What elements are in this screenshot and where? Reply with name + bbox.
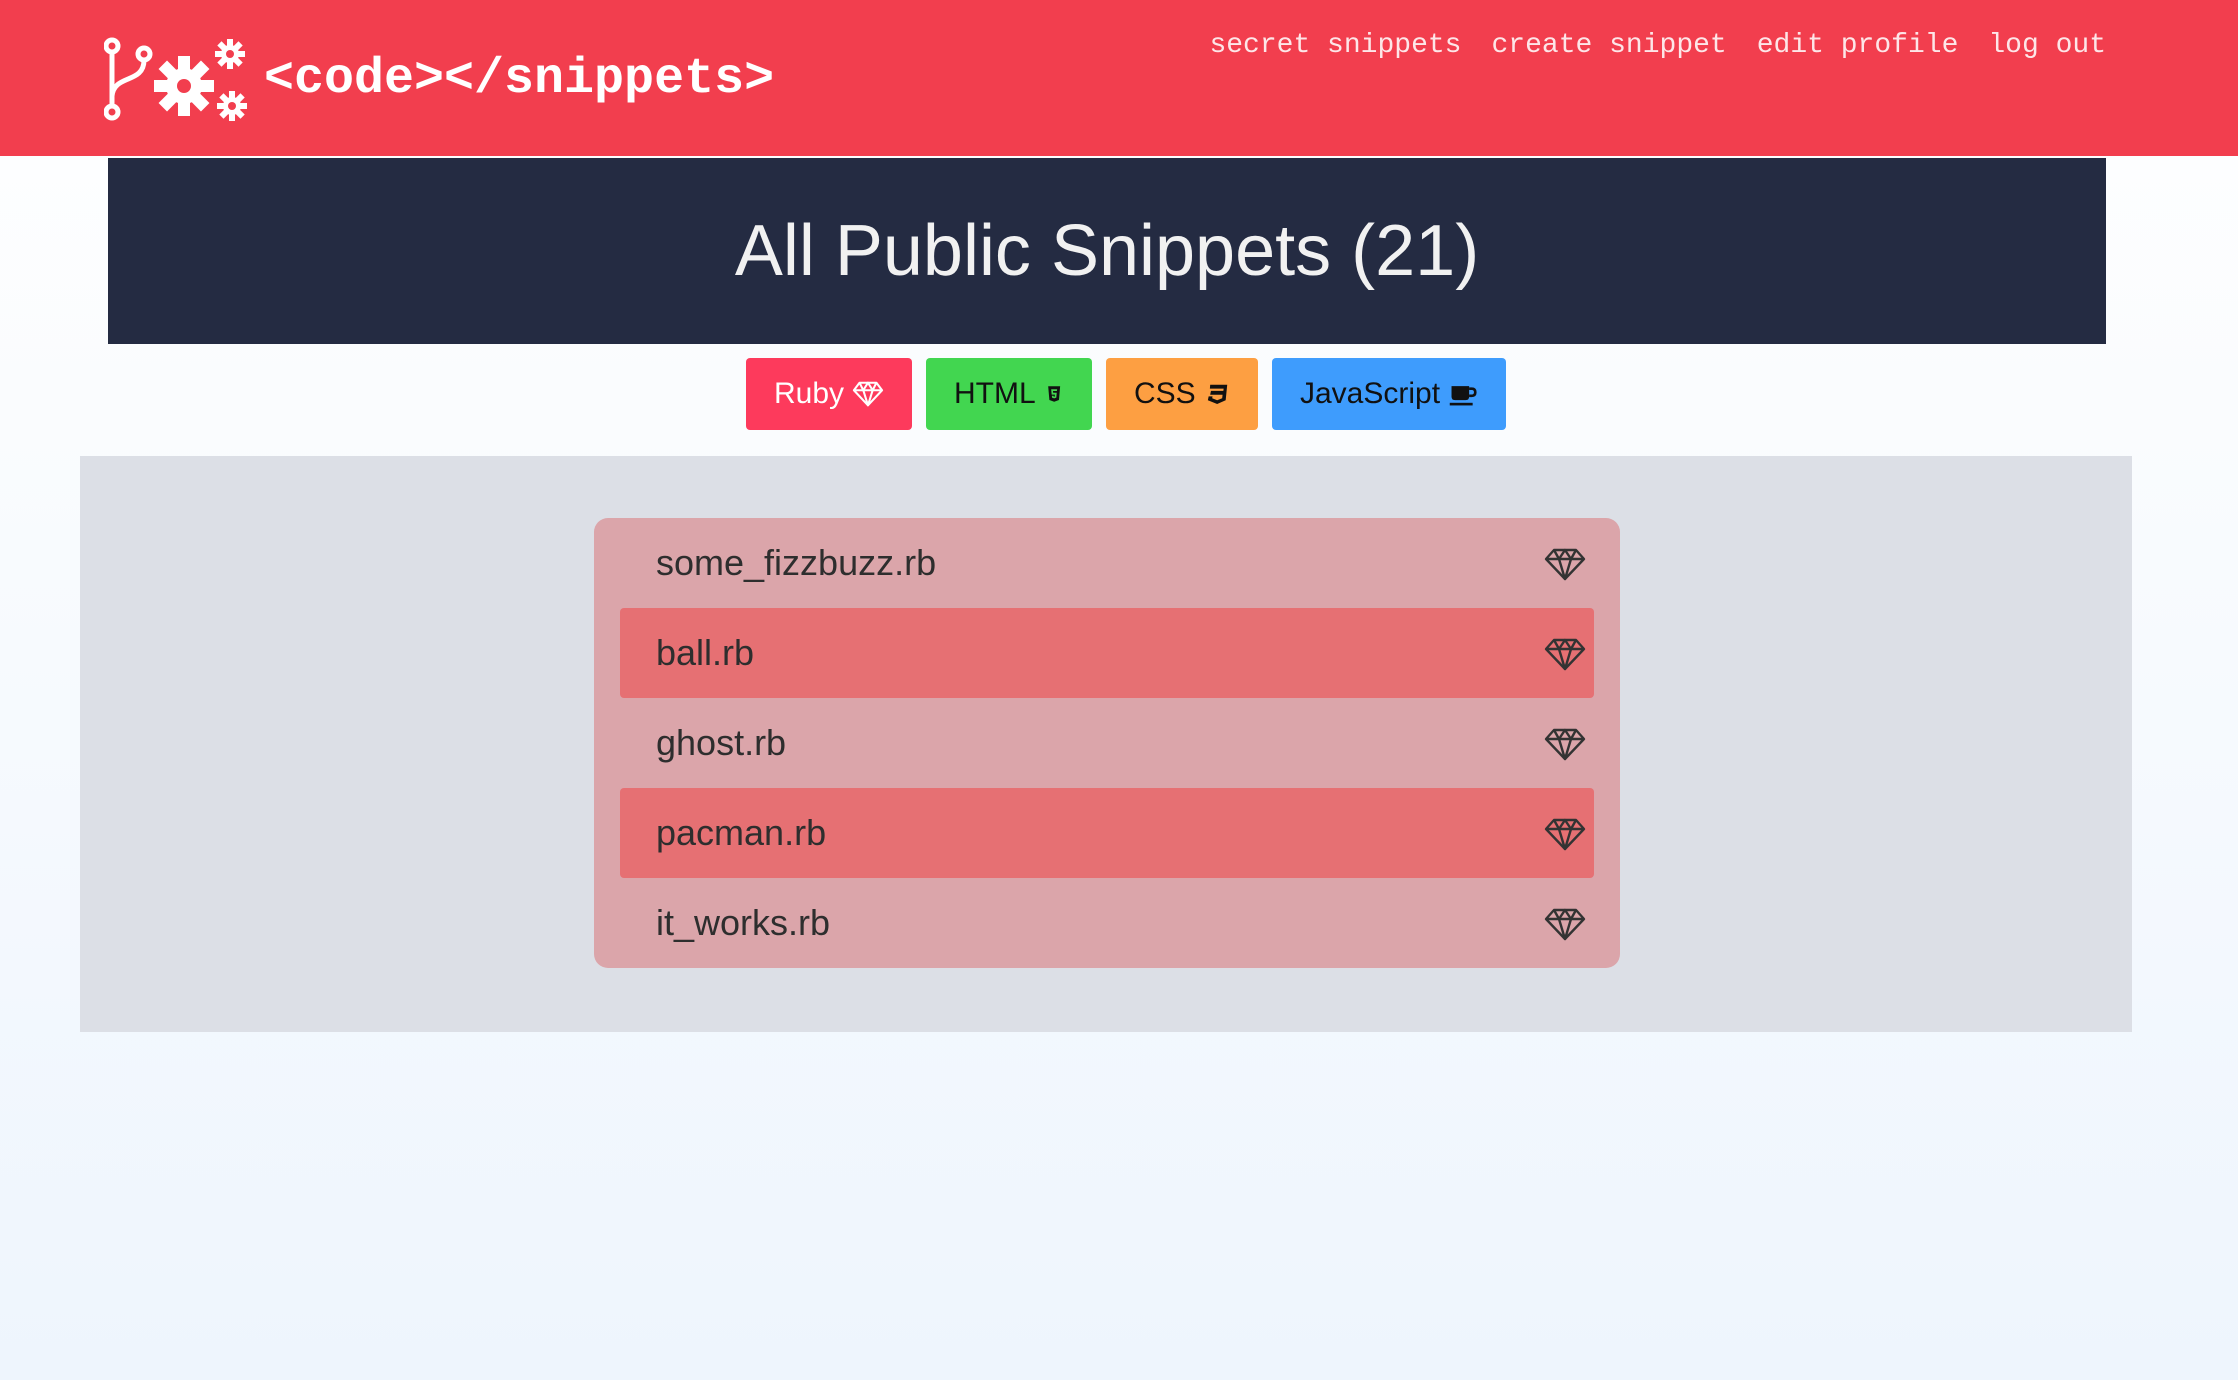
filter-ruby-label: Ruby — [774, 377, 845, 410]
gem-icon — [1544, 638, 1586, 671]
filter-javascript-button[interactable]: JavaScript — [1272, 358, 1506, 430]
top-nav: secret snippets create snippet edit prof… — [1209, 30, 2106, 61]
gem-icon — [1544, 908, 1586, 941]
top-header: <code></snippets> secret snippets create… — [0, 0, 2238, 156]
snippet-name[interactable]: it_works.rb — [656, 902, 830, 944]
snippet-name[interactable]: ball.rb — [656, 632, 754, 674]
filter-ruby-button[interactable]: Ruby — [746, 358, 912, 430]
snippet-row[interactable]: ghost.rb — [620, 698, 1594, 788]
snippet-row[interactable]: ball.rb — [620, 608, 1594, 698]
nav-log-out[interactable]: log out — [1988, 30, 2106, 61]
html5-icon — [1047, 386, 1060, 402]
snippet-list: some_fizzbuzz.rb ball.rb ghost.rb pacman… — [594, 518, 1620, 968]
gem-icon — [1544, 548, 1586, 581]
nav-secret-snippets[interactable]: secret snippets — [1209, 30, 1461, 61]
git-gears-logo-icon — [104, 37, 247, 121]
filter-javascript-label: JavaScript — [1300, 377, 1441, 410]
snippet-name[interactable]: ghost.rb — [656, 722, 786, 764]
filter-css-button[interactable]: CSS — [1106, 358, 1258, 430]
snippet-name[interactable]: pacman.rb — [656, 812, 826, 854]
page-title: All Public Snippets (21) — [734, 211, 1480, 291]
page-hero: All Public Snippets (21) — [108, 158, 2106, 344]
css3-icon — [1207, 384, 1227, 405]
coffee-icon — [1449, 386, 1477, 406]
nav-create-snippet[interactable]: create snippet — [1491, 30, 1726, 61]
snippet-name[interactable]: some_fizzbuzz.rb — [656, 542, 936, 584]
gem-icon — [1544, 818, 1586, 851]
filter-html-label: HTML — [954, 377, 1036, 410]
snippet-row[interactable]: some_fizzbuzz.rb — [620, 518, 1594, 608]
snippet-row[interactable]: it_works.rb — [620, 878, 1594, 968]
snippet-row[interactable]: pacman.rb — [620, 788, 1594, 878]
filter-html-button[interactable]: HTML — [926, 358, 1092, 430]
nav-edit-profile[interactable]: edit profile — [1757, 30, 1959, 61]
filter-css-label: CSS — [1134, 377, 1196, 410]
language-filters: Ruby HTML CSS JavaScript — [0, 358, 2238, 430]
gem-icon — [852, 381, 884, 407]
gem-icon — [1544, 728, 1586, 761]
logo[interactable]: <code></snippets> — [104, 34, 774, 124]
site-title[interactable]: <code></snippets> — [264, 51, 774, 108]
